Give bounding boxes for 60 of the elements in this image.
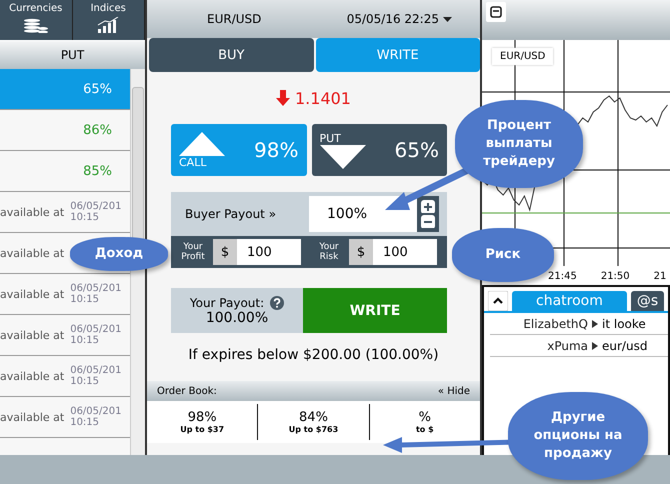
availability-label: available at: [0, 206, 64, 218]
time-tick: 21:50: [600, 271, 630, 282]
buyer-payout-label: Buyer Payout »: [185, 207, 278, 221]
date-time: 06/05/201 10:15: [70, 406, 122, 428]
minus-icon[interactable]: [421, 215, 435, 228]
expiry-summary: If expires below $200.00 (100.00%): [187, 347, 440, 365]
payout-value: 85%: [83, 164, 112, 178]
order-book-title: Order Book:: [157, 386, 217, 396]
order-limit: to $: [416, 425, 434, 434]
option-button[interactable]: PUT 65%: [312, 124, 447, 176]
availability-label: available at: [0, 246, 64, 260]
chat-username: xPuma: [546, 338, 588, 352]
date-time: 06/05/201 10:15: [70, 365, 122, 387]
chat-message: eur/usd: [602, 338, 648, 352]
pointer-icon: [592, 342, 598, 350]
order-percent: 98%: [188, 410, 217, 425]
amount-label: Your Risk: [318, 242, 340, 262]
chat-username: ElizabethQ: [522, 316, 588, 330]
chat-tab[interactable]: @s: [630, 291, 664, 311]
hide-link[interactable]: « Hide: [438, 386, 470, 396]
chat-message: it looke: [602, 316, 646, 330]
currency-pair: EUR/USD: [207, 12, 262, 26]
help-icon[interactable]: [270, 296, 284, 310]
plus-icon[interactable]: [421, 200, 435, 213]
your-payout-label: Your Payout:: [190, 296, 264, 310]
payout-value: 86%: [83, 122, 112, 138]
buyer-payout-field[interactable]: 100%: [309, 196, 417, 232]
availability-label: available at: [0, 410, 64, 424]
collapse-icon[interactable]: [488, 291, 508, 311]
payout-value: 65%: [83, 82, 112, 96]
write-button[interactable]: WRITE: [303, 288, 447, 333]
bar-chart-icon: [97, 17, 120, 33]
date-time: 06/05/201 10:15: [70, 283, 122, 305]
date-time: 06/05/201 10:15: [70, 201, 122, 223]
expiry-dropdown[interactable]: 05/05/16 22:25: [346, 12, 452, 26]
currency-sign: $: [213, 239, 237, 265]
caret-icon: [443, 16, 452, 22]
symbol-label: EUR/USD: [492, 48, 554, 65]
availability-label: available at: [0, 370, 64, 382]
order-percent: 84%: [299, 410, 328, 425]
pointer-icon: [592, 320, 598, 328]
down-triangle-icon: [320, 144, 366, 168]
order-limit: Up to $37: [180, 425, 224, 434]
your-payout-value: 100.00%: [206, 310, 268, 326]
price-value: 1.1401: [295, 88, 351, 108]
mode-tab[interactable]: BUY: [149, 38, 314, 72]
availability-label: available at: [0, 328, 64, 342]
order-limit: Up to $763: [288, 425, 338, 434]
amount-field[interactable]: 100: [237, 239, 301, 265]
up-triangle-icon: [179, 132, 225, 156]
date-time: 06/05/201 10:15: [70, 324, 122, 346]
currency-sign: $: [349, 239, 373, 265]
amount-field[interactable]: 100: [373, 239, 437, 265]
order-percent: %: [418, 410, 431, 425]
coins-icon: [22, 17, 49, 33]
time-tick: 21: [654, 271, 666, 282]
availability-label: available at: [0, 288, 64, 300]
column-header: PUT: [0, 40, 145, 69]
amount-label: Your Profit: [180, 242, 206, 262]
window-icon[interactable]: [486, 2, 506, 22]
